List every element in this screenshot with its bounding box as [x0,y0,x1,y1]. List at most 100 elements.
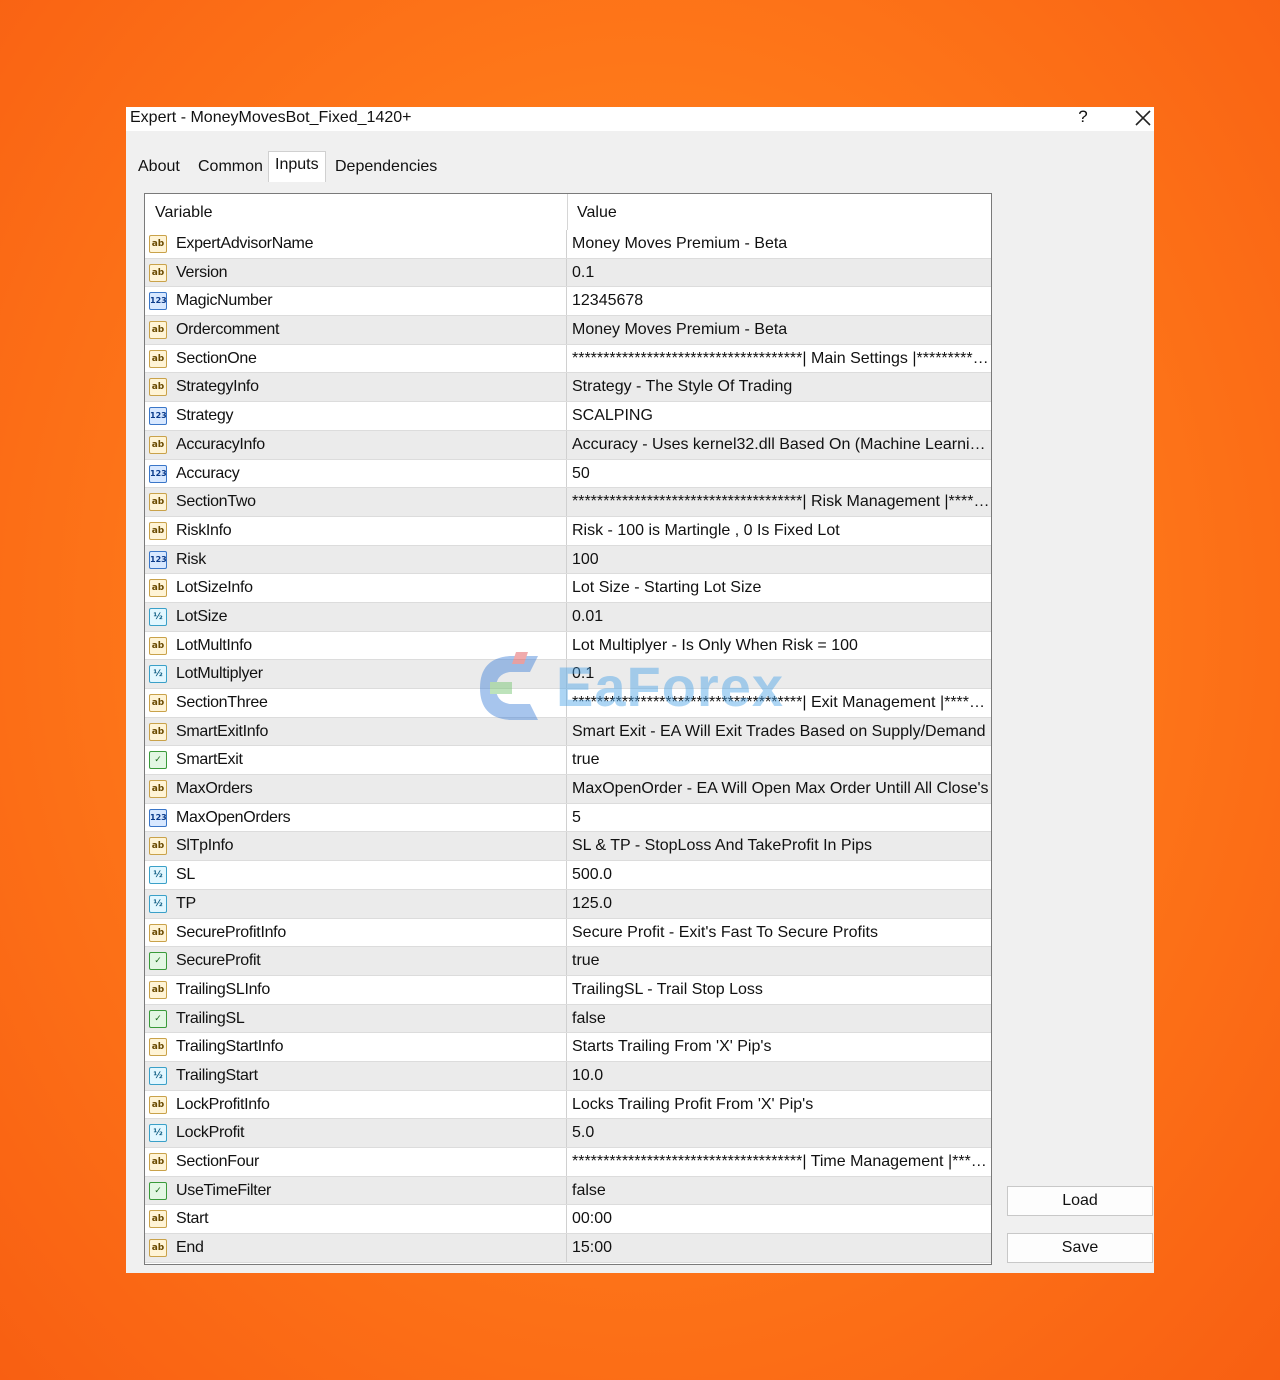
variable-cell[interactable]: ab End [145,1234,567,1262]
table-row[interactable]: ab StrategyInfo Strategy - The Style Of Tr… [145,373,991,403]
table-row[interactable]: ab Ordercomment Money Moves Premium - Beta [145,316,991,345]
table-row[interactable]: ✓ SecureProfit true [145,947,991,976]
tab-dependencies[interactable]: Dependencies [329,155,443,179]
value-cell[interactable]: 0.1 [567,259,991,287]
value-cell[interactable]: Lot Multiplyer - Is Only When Risk = 100 [567,632,991,660]
value-cell[interactable]: Strategy - The Style Of Trading [567,373,991,401]
variable-cell[interactable]: ab Version [145,258,567,287]
variable-cell[interactable]: 123 MaxOpenOrders [145,803,567,832]
table-row[interactable]: ✓ TrailingSL false [145,1004,991,1034]
table-row[interactable]: ab Start 00:00 [145,1205,991,1235]
variable-cell[interactable]: ab SectionTwo [145,488,567,516]
value-cell[interactable]: 12345678 [567,287,991,315]
table-row[interactable]: ab LotSizeInfo Lot Size - Starting Lot Siz… [145,574,991,603]
value-cell[interactable]: Lot Size - Starting Lot Size [567,574,991,602]
variable-cell[interactable]: ✓ SecureProfit [145,947,567,975]
variable-cell[interactable]: ab SecureProfitInfo [145,918,567,947]
table-row[interactable]: ab Version 0.1 [145,258,991,288]
variable-cell[interactable]: 123 MagicNumber [145,287,567,316]
table-row[interactable]: 123 MagicNumber 12345678 [145,287,991,317]
variable-cell[interactable]: ab TrailingStartInfo [145,1033,567,1061]
value-cell[interactable]: Money Moves Premium - Beta [567,230,991,258]
column-header-variable[interactable]: Variable [145,194,567,230]
table-row[interactable]: ½ LotMultiplyer 0.1 [145,660,991,689]
value-cell[interactable]: TrailingSL - Trail Stop Loss [567,976,991,1004]
table-row[interactable]: ab SlTpInfo SL & TP - StopLoss And TakePro… [145,832,991,862]
table-row[interactable]: ab LockProfitInfo Locks Trailing Profit Fr… [145,1090,991,1120]
value-cell[interactable]: 125.0 [567,890,991,918]
variable-cell[interactable]: ab SectionOne [145,344,567,373]
variable-cell[interactable]: 123 Risk [145,545,567,574]
variable-cell[interactable]: ✓ SmartExit [145,746,567,775]
variable-cell[interactable]: ½ LockProfit [145,1119,567,1147]
value-cell[interactable]: *************************************| T… [567,1148,991,1176]
table-row[interactable]: ab SecureProfitInfo Secure Profit - Exit's… [145,918,991,948]
value-cell[interactable]: 15:00 [567,1234,991,1262]
variable-cell[interactable]: ab RiskInfo [145,516,567,545]
tab-about[interactable]: About [132,155,186,179]
variable-cell[interactable]: ab SectionFour [145,1148,567,1176]
table-row[interactable]: ab SectionThree **************************… [145,689,991,718]
close-icon[interactable] [1132,107,1156,129]
variable-cell[interactable]: 123 Strategy [145,402,567,430]
variable-cell[interactable]: ab Ordercomment [145,316,567,344]
table-row[interactable]: ab SmartExitInfo Smart Exit - EA Will Exit… [145,717,991,747]
variable-cell[interactable]: ½ LotSize [145,602,567,631]
value-cell[interactable]: *************************************| E… [567,689,991,717]
value-cell[interactable]: Locks Trailing Profit From 'X' Pip's [567,1091,991,1119]
table-row[interactable]: ab SectionFour ***************************… [145,1148,991,1177]
variable-cell[interactable]: ab SectionThree [145,689,567,717]
table-row[interactable]: ½ LotSize 0.01 [145,602,991,632]
variable-cell[interactable]: ab ExpertAdvisorName [145,230,567,258]
value-cell[interactable]: 100 [567,546,991,574]
table-row[interactable]: ab MaxOrders MaxOpenOrder - EA Will Open M… [145,775,991,804]
table-row[interactable]: ✓ SmartExit true [145,746,991,776]
variable-cell[interactable]: ab SlTpInfo [145,832,567,861]
table-row[interactable]: 123 MaxOpenOrders 5 [145,803,991,833]
variable-cell[interactable]: ✓ TrailingSL [145,1004,567,1033]
tab-inputs[interactable]: Inputs [268,151,326,182]
table-row[interactable]: ab ExpertAdvisorName Money Moves Premium -… [145,230,991,259]
value-cell[interactable]: Starts Trailing From 'X' Pip's [567,1033,991,1061]
table-row[interactable]: ab RiskInfo Risk - 100 is Martingle , 0 Is… [145,516,991,546]
value-cell[interactable]: 50 [567,460,991,488]
variable-cell[interactable]: ab MaxOrders [145,775,567,803]
table-row[interactable]: ½ TP 125.0 [145,889,991,919]
value-cell[interactable]: *************************************| R… [567,488,991,516]
value-cell[interactable]: true [567,947,991,975]
value-cell[interactable]: Secure Profit - Exit's Fast To Secure Pr… [567,919,991,947]
variable-cell[interactable]: ab TrailingSLInfo [145,975,567,1004]
value-cell[interactable]: 0.01 [567,603,991,631]
tab-common[interactable]: Common [192,155,269,179]
variable-cell[interactable]: ab SmartExitInfo [145,717,567,746]
variable-cell[interactable]: ½ SL [145,861,567,889]
value-cell[interactable]: Accuracy - Uses kernel32.dll Based On (M… [567,431,991,459]
save-button[interactable]: Save [1007,1233,1153,1263]
value-cell[interactable]: MaxOpenOrder - EA Will Open Max Order Un… [567,775,991,803]
table-row[interactable]: ab TrailingStartInfo Starts Trailing From … [145,1033,991,1062]
value-cell[interactable]: 0.1 [567,660,991,688]
table-row[interactable]: ab End 15:00 [145,1234,991,1263]
help-button[interactable]: ? [1073,107,1093,129]
value-cell[interactable]: SCALPING [567,402,991,430]
table-row[interactable]: 123 Risk 100 [145,545,991,575]
variable-cell[interactable]: ✓ UseTimeFilter [145,1176,567,1205]
table-row[interactable]: ab LotMultInfo Lot Multiplyer - Is Only Wh… [145,631,991,661]
value-cell[interactable]: 10.0 [567,1062,991,1090]
table-row[interactable]: 123 Strategy SCALPING [145,402,991,431]
value-cell[interactable]: Smart Exit - EA Will Exit Trades Based o… [567,718,991,746]
variable-cell[interactable]: ½ LotMultiplyer [145,660,567,688]
table-row[interactable]: ab TrailingSLInfo TrailingSL - Trail Stop … [145,975,991,1005]
table-row[interactable]: ab AccuracyInfo Accuracy - Uses kernel32.d… [145,430,991,460]
table-row[interactable]: ab SectionTwo ****************************… [145,488,991,517]
variable-cell[interactable]: ½ TrailingStart [145,1061,567,1090]
value-cell[interactable]: 00:00 [567,1205,991,1233]
column-header-value[interactable]: Value [567,194,991,230]
value-cell[interactable]: 500.0 [567,861,991,889]
variable-cell[interactable]: ab LotMultInfo [145,631,567,660]
variable-cell[interactable]: ab LotSizeInfo [145,574,567,602]
value-cell[interactable]: false [567,1177,991,1205]
variable-cell[interactable]: ½ TP [145,889,567,918]
variable-cell[interactable]: ab StrategyInfo [145,373,567,402]
value-cell[interactable]: 5.0 [567,1119,991,1147]
